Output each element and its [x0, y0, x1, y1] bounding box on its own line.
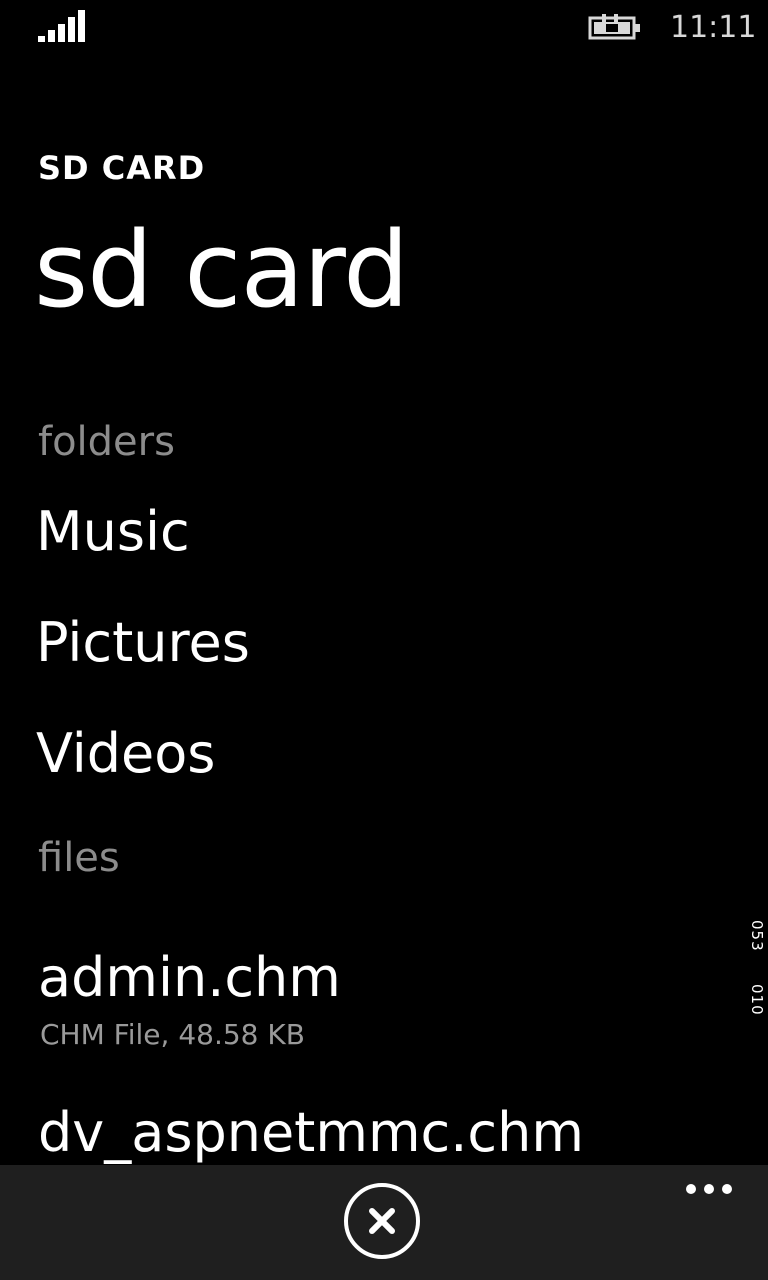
side-code-top: 053	[748, 920, 766, 952]
folder-item-music[interactable]: Music	[36, 500, 190, 564]
folders-section-label: folders	[38, 419, 175, 465]
files-section-label: files	[38, 835, 120, 881]
app-title: SD CARD	[38, 149, 206, 187]
page-title: sd card	[34, 209, 409, 331]
battery-charging-icon	[588, 14, 640, 40]
status-bar: 11:11	[0, 0, 768, 60]
app-bar	[0, 1165, 768, 1280]
status-clock: 11:11	[670, 10, 757, 45]
close-icon	[369, 1208, 395, 1234]
cancel-button[interactable]	[344, 1183, 420, 1259]
folder-item-videos[interactable]: Videos	[36, 722, 215, 786]
side-code-bottom: 010	[748, 984, 766, 1016]
signal-bars-icon	[38, 10, 85, 42]
file-item-name[interactable]: admin.chm	[38, 946, 341, 1010]
folder-item-pictures[interactable]: Pictures	[36, 611, 250, 675]
file-item-meta: CHM File, 48.58 KB	[40, 1018, 305, 1051]
file-item-name[interactable]: dv_aspnetmmc.chm	[38, 1101, 584, 1165]
ellipsis-icon[interactable]	[684, 1179, 734, 1199]
